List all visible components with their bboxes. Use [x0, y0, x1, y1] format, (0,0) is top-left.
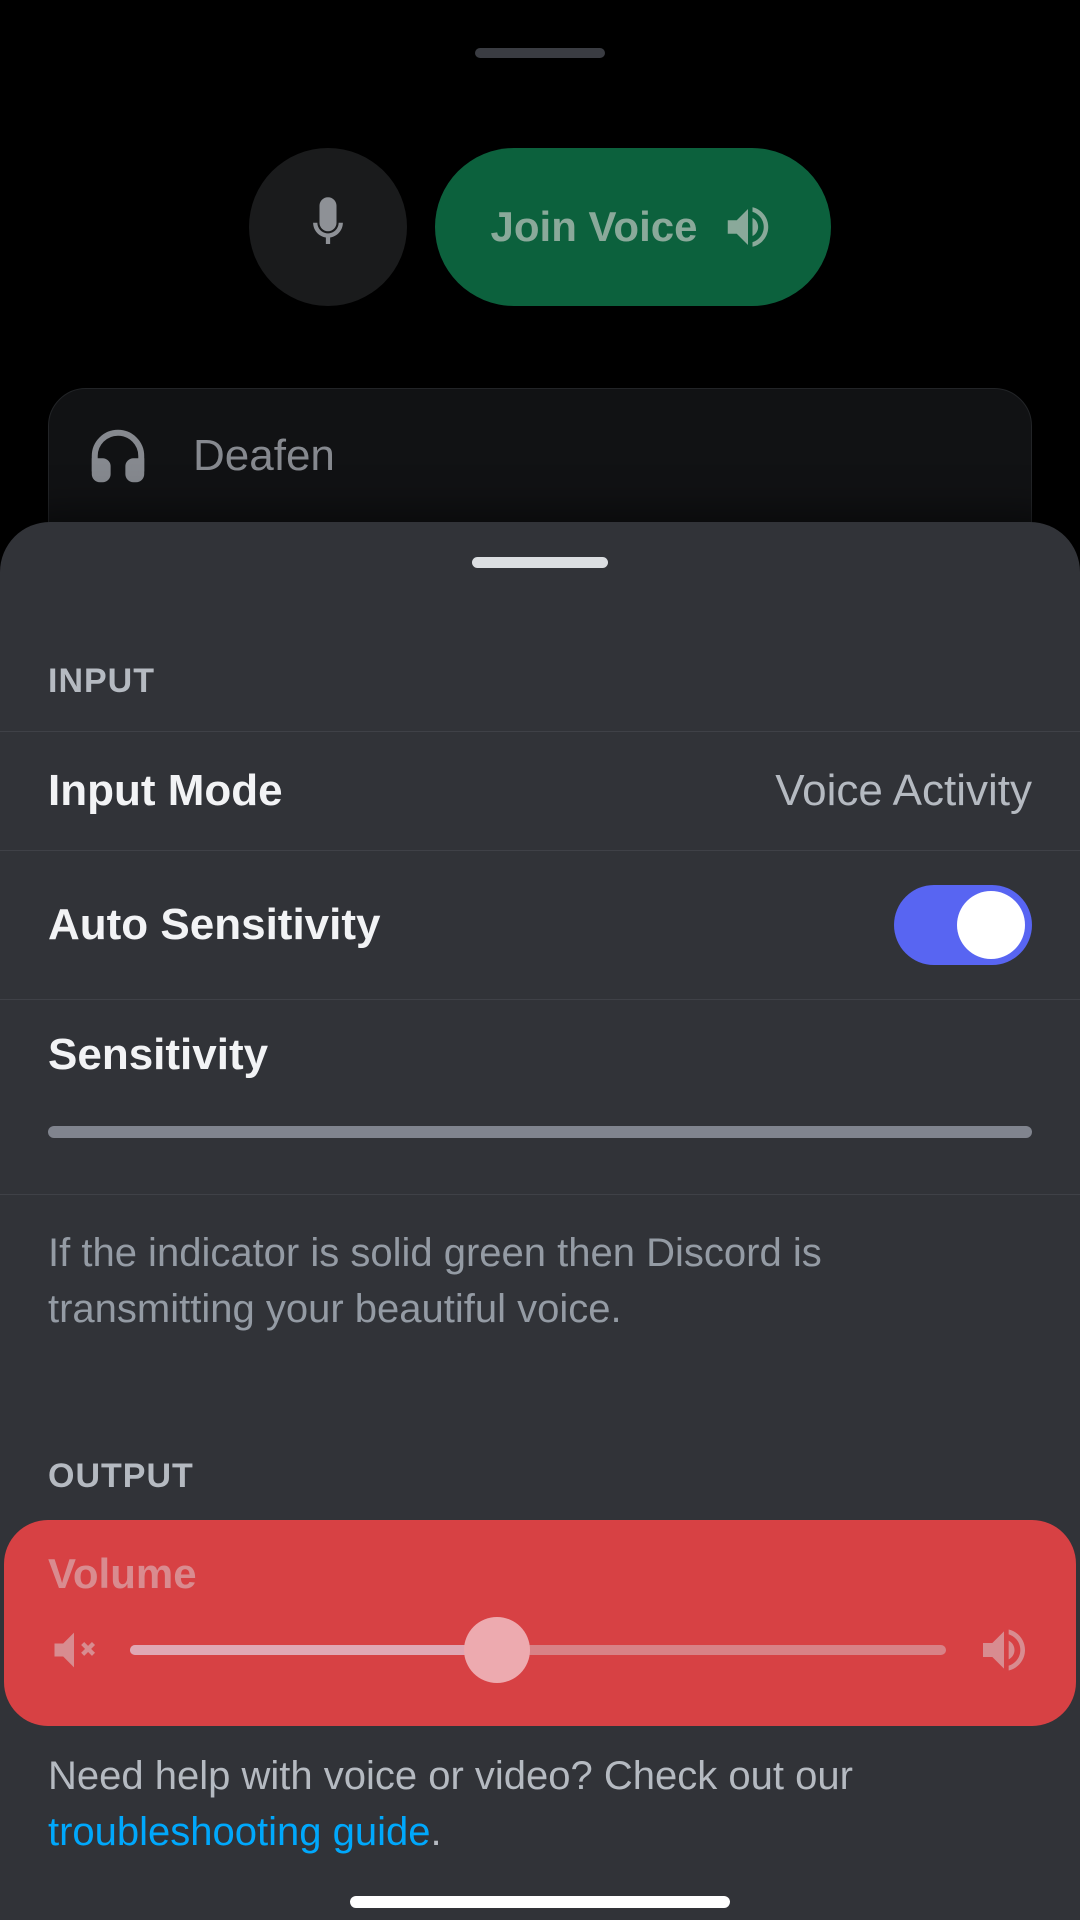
volume-label: Volume: [48, 1550, 1032, 1598]
sensitivity-indicator: [48, 1126, 1032, 1138]
volume-row: Volume: [4, 1520, 1076, 1726]
home-indicator[interactable]: [350, 1896, 730, 1908]
mute-button[interactable]: [249, 148, 407, 306]
sheet-handle-top[interactable]: [475, 48, 605, 58]
auto-sensitivity-row[interactable]: Auto Sensitivity: [0, 851, 1080, 1000]
toggle-knob: [957, 891, 1025, 959]
help-text: Need help with voice or video? Check out…: [0, 1726, 1080, 1860]
speaker-icon: [721, 200, 775, 254]
join-voice-button[interactable]: Join Voice: [435, 148, 832, 306]
join-voice-label: Join Voice: [491, 203, 698, 251]
microphone-icon: [302, 193, 354, 261]
volume-thumb[interactable]: [464, 1617, 530, 1683]
voice-controls: Join Voice: [0, 148, 1080, 306]
sheet-handle[interactable]: [472, 557, 608, 568]
help-suffix: .: [431, 1810, 442, 1854]
input-settings-list: Input Mode Voice Activity Auto Sensitivi…: [0, 731, 1080, 1195]
volume-slider[interactable]: [130, 1645, 946, 1655]
deafen-row[interactable]: Deafen: [87, 425, 993, 487]
speaker-muted-icon: [48, 1624, 100, 1676]
sensitivity-label: Sensitivity: [48, 1030, 268, 1079]
deafen-label: Deafen: [193, 431, 335, 481]
output-section-header: OUTPUT: [0, 1457, 1080, 1496]
settings-sheet: INPUT Input Mode Voice Activity Auto Sen…: [0, 522, 1080, 1920]
auto-sensitivity-label: Auto Sensitivity: [48, 900, 381, 950]
help-prefix: Need help with voice or video? Check out…: [48, 1754, 853, 1798]
input-mode-row[interactable]: Input Mode Voice Activity: [0, 732, 1080, 851]
volume-fill: [130, 1645, 497, 1655]
sensitivity-hint: If the indicator is solid green then Dis…: [0, 1225, 1080, 1337]
input-mode-label: Input Mode: [48, 766, 283, 816]
input-mode-value: Voice Activity: [775, 766, 1032, 816]
headphones-icon: [87, 425, 149, 487]
troubleshooting-link[interactable]: troubleshooting guide: [48, 1810, 431, 1854]
auto-sensitivity-toggle[interactable]: [894, 885, 1032, 965]
sensitivity-row: Sensitivity: [0, 1000, 1080, 1194]
input-section-header: INPUT: [0, 662, 1080, 701]
speaker-loud-icon: [976, 1622, 1032, 1678]
